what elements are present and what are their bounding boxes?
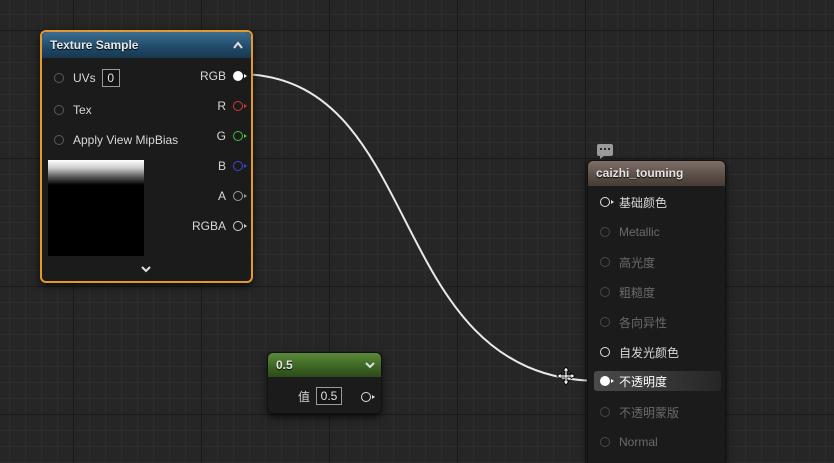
texture-preview-image (48, 160, 144, 256)
pin-circle-icon[interactable] (54, 73, 64, 83)
pin-circle-icon[interactable] (233, 161, 247, 171)
pin-specular[interactable]: 高光度 (600, 254, 655, 270)
input-label: Apply View MipBias (73, 133, 179, 147)
constant-node-header[interactable]: 0.5 (268, 353, 381, 377)
constant-node[interactable]: 0.5 值 0.5 (267, 352, 382, 414)
wire-rgb-to-opacity[interactable] (237, 73, 601, 382)
output-g[interactable]: G (216, 128, 247, 144)
pin-circle-icon[interactable] (600, 437, 610, 447)
node-title: Texture Sample (50, 38, 139, 52)
pin-circle-icon[interactable] (233, 101, 247, 111)
pin-circle-icon[interactable] (600, 287, 610, 297)
pin-circle-icon[interactable] (233, 221, 247, 231)
pin-label: 自发光颜色 (619, 345, 680, 360)
output-rgb[interactable]: RGB (199, 68, 247, 84)
input-label: Tex (73, 103, 92, 117)
input-label: UVs (73, 71, 96, 85)
pin-circle-icon[interactable] (361, 392, 375, 402)
output-label: RGBA (191, 219, 226, 233)
pin-label: 不透明度 (619, 374, 668, 389)
pin-opacity-mask[interactable]: 不透明蒙版 (600, 404, 679, 420)
output-label: G (216, 129, 226, 143)
input-tex[interactable]: Tex (54, 102, 92, 118)
pin-metallic[interactable]: Metallic (600, 224, 660, 240)
constant-value-row: 值 0.5 (298, 387, 343, 405)
pin-label: 基础颜色 (619, 195, 668, 210)
material-result-header[interactable]: caizhi_touming (588, 161, 725, 186)
pin-label: Metallic (619, 225, 660, 239)
value-label: 值 (298, 389, 311, 404)
output-a[interactable]: A (217, 188, 247, 204)
pin-circle-icon[interactable] (600, 347, 610, 357)
output-label: B (217, 159, 226, 173)
input-apply-view-mipbias[interactable]: Apply View MipBias (54, 132, 178, 148)
constant-value-field[interactable]: 0.5 (316, 387, 343, 405)
material-result-node[interactable]: caizhi_touming 基础颜色 Metallic 高光度 粗糙度 各向异… (587, 160, 726, 463)
output-label: RGB (199, 69, 226, 83)
pin-base-color[interactable]: 基础颜色 (600, 194, 667, 210)
pin-label: 粗糙度 (619, 285, 656, 300)
collapse-chevron-down-icon[interactable] (365, 353, 375, 385)
comment-bubble-icon[interactable] (597, 144, 613, 159)
pin-roughness[interactable]: 粗糙度 (600, 284, 655, 300)
pin-circle-icon[interactable] (54, 105, 64, 115)
material-graph-canvas[interactable]: Texture Sample UVs 0 Tex Apply View MipB… (0, 0, 834, 463)
texture-sample-node[interactable]: Texture Sample UVs 0 Tex Apply View MipB… (40, 30, 253, 283)
pin-emissive-color[interactable]: 自发光颜色 (600, 344, 679, 360)
pin-circle-icon[interactable] (233, 131, 247, 141)
pin-opacity[interactable]: 不透明度 (600, 373, 667, 389)
pin-label: 各向异性 (619, 315, 668, 330)
pin-circle-icon[interactable] (600, 376, 614, 386)
collapse-chevron-up-icon[interactable] (233, 32, 243, 67)
output-label: A (217, 189, 226, 203)
expand-chevron-down-icon[interactable] (140, 261, 152, 279)
pin-circle-icon[interactable] (600, 227, 610, 237)
input-uvs[interactable]: UVs 0 (54, 69, 120, 87)
output-rgba[interactable]: RGBA (191, 218, 247, 234)
output-label: R (217, 99, 226, 113)
pin-circle-icon[interactable] (54, 135, 64, 145)
uvs-value-field[interactable]: 0 (101, 69, 120, 87)
node-title: caizhi_touming (596, 166, 684, 180)
pin-label: Normal (619, 435, 658, 449)
pin-circle-icon[interactable] (600, 317, 610, 327)
pin-label: 不透明蒙版 (619, 405, 680, 420)
output-r[interactable]: R (217, 98, 247, 114)
pin-label: 高光度 (619, 255, 656, 270)
pin-circle-icon[interactable] (600, 407, 610, 417)
pin-circle-icon[interactable] (233, 191, 247, 201)
pin-anisotropy[interactable]: 各向异性 (600, 314, 667, 330)
pin-circle-icon[interactable] (600, 197, 614, 207)
node-title: 0.5 (276, 358, 293, 372)
texture-sample-header[interactable]: Texture Sample (42, 32, 251, 58)
move-cursor-icon (556, 366, 576, 386)
output-b[interactable]: B (217, 158, 247, 174)
pin-circle-icon[interactable] (600, 257, 610, 267)
pin-normal[interactable]: Normal (600, 434, 658, 450)
constant-output[interactable] (361, 389, 375, 405)
pin-circle-icon[interactable] (233, 71, 247, 81)
